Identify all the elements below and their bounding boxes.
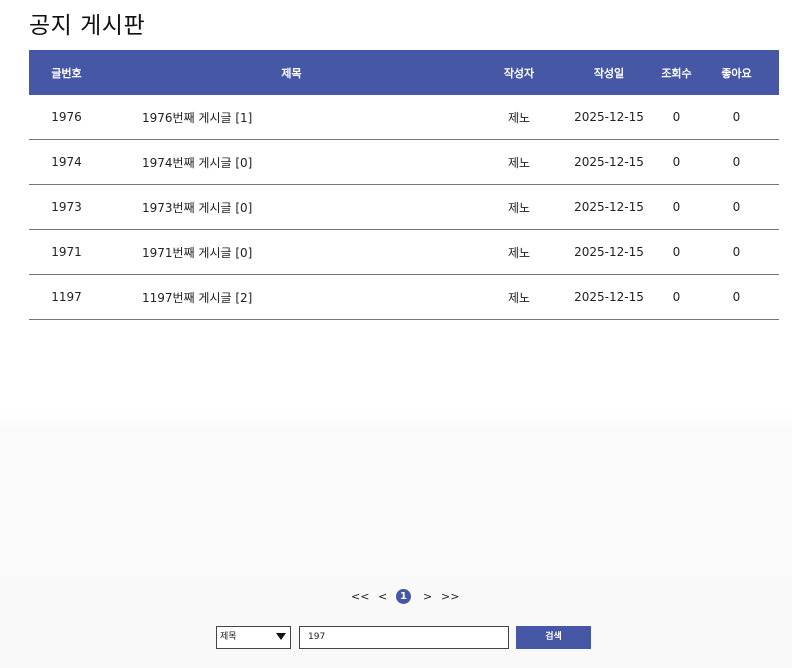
post-likes: 0 [694, 229, 779, 275]
current-page-indicator[interactable]: 1 [396, 589, 411, 604]
header-likes: 좋아요 [694, 50, 779, 95]
search-button[interactable]: 검색 [516, 626, 591, 649]
post-title-link[interactable]: 1971번째 게시글 [0] [104, 229, 479, 275]
header-title: 제목 [104, 50, 479, 95]
search-bar: 제목 197 검색 [0, 626, 792, 649]
notice-board-table: 글번호 제목 작성자 작성일 조회수 좋아요 1976 1976번째 게시글 [… [29, 50, 779, 320]
page: 공지 게시판 글번호 제목 작성자 작성일 조회수 좋아요 1976 1976번… [0, 0, 792, 668]
search-field-select[interactable]: 제목 [216, 626, 291, 649]
post-author: 제노 [479, 139, 559, 185]
table-row[interactable]: 1197 1197번째 게시글 [2] 제노 2025-12-15 0 0 [29, 274, 779, 320]
header-views: 조회수 [659, 50, 694, 95]
next-page-link[interactable]: > [423, 588, 432, 606]
post-title-link[interactable]: 1197번째 게시글 [2] [104, 274, 479, 320]
post-number: 1973 [29, 184, 104, 230]
post-views: 0 [659, 95, 694, 140]
post-likes: 0 [694, 139, 779, 185]
page-title: 공지 게시판 [29, 13, 146, 39]
post-number: 1974 [29, 139, 104, 185]
post-date: 2025-12-15 [559, 229, 659, 275]
post-title-link[interactable]: 1974번째 게시글 [0] [104, 139, 479, 185]
post-author: 제노 [479, 184, 559, 230]
post-number: 1197 [29, 274, 104, 320]
pagination: << < 1 > >> [0, 588, 792, 606]
chevron-down-icon [276, 633, 286, 640]
post-number: 1971 [29, 229, 104, 275]
post-date: 2025-12-15 [559, 139, 659, 185]
post-author: 제노 [479, 274, 559, 320]
post-views: 0 [659, 229, 694, 275]
post-likes: 0 [694, 184, 779, 230]
post-date: 2025-12-15 [559, 184, 659, 230]
table-row[interactable]: 1974 1974번째 게시글 [0] 제노 2025-12-15 0 0 [29, 139, 779, 185]
post-author: 제노 [479, 95, 559, 140]
table-header-row: 글번호 제목 작성자 작성일 조회수 좋아요 [29, 50, 779, 95]
post-number: 1976 [29, 95, 104, 140]
post-date: 2025-12-15 [559, 274, 659, 320]
post-title-link[interactable]: 1973번째 게시글 [0] [104, 184, 479, 230]
header-date: 작성일 [559, 50, 659, 95]
search-field-value: 제목 [220, 632, 237, 642]
search-input[interactable]: 197 [299, 626, 509, 649]
table-row[interactable]: 1976 1976번째 게시글 [1] 제노 2025-12-15 0 0 [29, 95, 779, 140]
table-row[interactable]: 1971 1971번째 게시글 [0] 제노 2025-12-15 0 0 [29, 229, 779, 275]
last-page-link[interactable]: >> [441, 588, 459, 606]
prev-page-link[interactable]: < [378, 588, 387, 606]
post-views: 0 [659, 184, 694, 230]
header-author: 작성자 [479, 50, 559, 95]
header-number: 글번호 [29, 50, 104, 95]
post-views: 0 [659, 274, 694, 320]
post-likes: 0 [694, 274, 779, 320]
table-row[interactable]: 1973 1973번째 게시글 [0] 제노 2025-12-15 0 0 [29, 184, 779, 230]
post-author: 제노 [479, 229, 559, 275]
post-views: 0 [659, 139, 694, 185]
post-date: 2025-12-15 [559, 95, 659, 140]
first-page-link[interactable]: << [351, 588, 369, 606]
post-title-link[interactable]: 1976번째 게시글 [1] [104, 95, 479, 140]
post-likes: 0 [694, 95, 779, 140]
